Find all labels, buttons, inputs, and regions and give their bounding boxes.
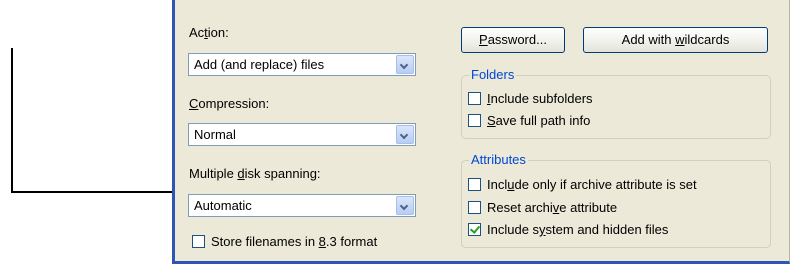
system-hidden-checkbox[interactable]	[468, 223, 481, 236]
action-value: Add (and replace) files	[194, 57, 325, 72]
reset-archive-checkbox[interactable]	[468, 201, 481, 214]
compression-select[interactable]: Normal	[188, 123, 416, 146]
spanning-value: Automatic	[194, 198, 252, 213]
chevron-down-icon[interactable]	[396, 196, 414, 215]
folders-group-title: Folders	[469, 67, 517, 82]
folders-group: Folders	[461, 67, 771, 139]
spanning-select[interactable]: Automatic	[188, 194, 416, 217]
store-83-label: Store filenames in 8.3 format	[211, 234, 378, 249]
reset-archive-label: Reset archive attribute	[487, 200, 618, 215]
save-full-path-checkbox[interactable]	[468, 114, 481, 127]
archive-only-label: Include only if archive attribute is set	[487, 177, 697, 192]
system-hidden-label: Include system and hidden files	[487, 222, 669, 237]
include-subfolders-checkbox[interactable]	[468, 92, 481, 105]
add-with-wildcards-button[interactable]: Add with wildcards	[583, 27, 768, 53]
action-select[interactable]: Add (and replace) files	[188, 53, 416, 76]
action-label: Action:	[189, 25, 229, 40]
save-full-path-label: Save full path info	[487, 113, 591, 128]
chevron-down-icon[interactable]	[396, 55, 414, 74]
store-83-checkbox[interactable]	[192, 235, 205, 248]
options-panel: Action: Add (and replace) files Compress…	[172, 0, 790, 264]
password-button[interactable]: Password...	[461, 27, 565, 53]
chevron-down-icon[interactable]	[396, 125, 414, 144]
attributes-group-title: Attributes	[469, 152, 528, 167]
archive-only-checkbox[interactable]	[468, 178, 481, 191]
include-subfolders-label: Include subfolders	[487, 91, 593, 106]
compression-label: Compression:	[189, 96, 270, 111]
compression-value: Normal	[194, 127, 236, 142]
spanning-label: Multiple disk spanning:	[189, 166, 321, 181]
